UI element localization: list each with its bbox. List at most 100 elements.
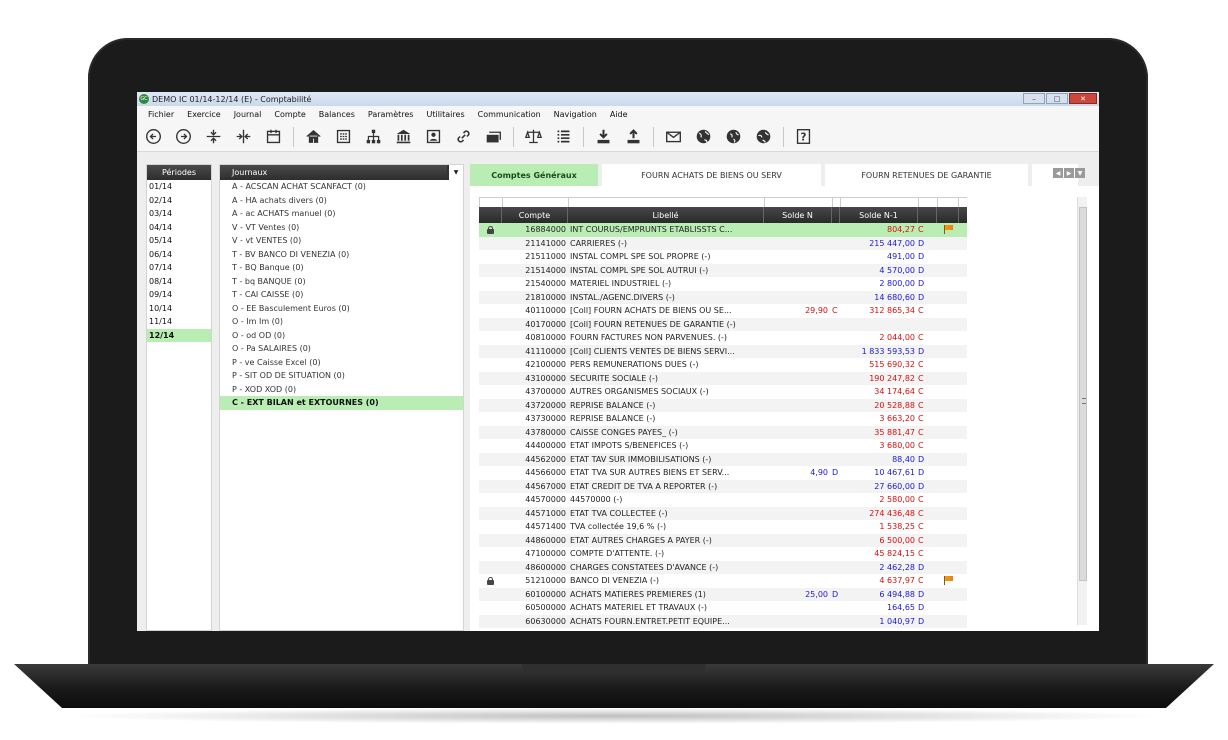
journal-item[interactable]: A - HA achats divers (0) xyxy=(220,194,463,208)
table-row[interactable]: 44400000 ETAT IMPOTS S/BENEFICES (-) 3 680… xyxy=(479,439,967,453)
journal-item[interactable]: V - vt VENTES (0) xyxy=(220,234,463,248)
table-row[interactable]: 47100000 COMPTE D'ATTENTE. (-) 45 824,15 C xyxy=(479,547,967,561)
tab-prev-button[interactable]: ◀ xyxy=(1053,168,1063,178)
journal-item[interactable]: V - VT Ventes (0) xyxy=(220,221,463,235)
globe-icon[interactable] xyxy=(693,126,714,147)
period-item[interactable]: 07/14 xyxy=(147,261,211,275)
journal-item[interactable]: P - SIT OD DE SITUATION (0) xyxy=(220,369,463,383)
menu-utilitaires[interactable]: Utilitaires xyxy=(426,110,464,119)
calendar-icon[interactable] xyxy=(263,126,284,147)
flag-icon[interactable] xyxy=(943,225,953,235)
table-row[interactable]: 44571000 ETAT TVA COLLECTEE (-) 274 436,48… xyxy=(479,506,967,520)
tab-next-button[interactable]: ▶ xyxy=(1064,168,1074,178)
table-row[interactable]: 43700000 AUTRES ORGANISMES SOCIAUX (-) 34 … xyxy=(479,385,967,399)
mail-icon[interactable] xyxy=(663,126,684,147)
period-item[interactable]: 05/14 xyxy=(147,234,211,248)
bank-icon[interactable] xyxy=(393,126,414,147)
period-item[interactable]: 04/14 xyxy=(147,221,211,235)
collapse-horizontal-icon[interactable] xyxy=(233,126,254,147)
table-row[interactable]: 48600000 CHARGES CONSTATEES D'AVANCE (-) 2… xyxy=(479,560,967,574)
tab-fourn-achats[interactable]: FOURN ACHATS DE BIENS OU SERV xyxy=(602,164,821,186)
menu-balances[interactable]: Balances xyxy=(319,110,355,119)
scrollbar-thumb[interactable] xyxy=(1079,207,1087,581)
menu-compte[interactable]: Compte xyxy=(274,110,305,119)
journal-item[interactable]: P - ve Caisse Excel (0) xyxy=(220,356,463,370)
menu-fichier[interactable]: Fichier xyxy=(148,110,174,119)
journals-dropdown-button[interactable]: ▼ xyxy=(447,165,463,180)
balance-scale-icon[interactable] xyxy=(523,126,544,147)
col-libelle[interactable]: Libellé xyxy=(568,207,764,223)
upload-icon[interactable] xyxy=(623,126,644,147)
table-row[interactable]: 60500000 ACHATS MATERIEL ET TRAVAUX (-) 16… xyxy=(479,601,967,615)
journal-item[interactable]: O - od OD (0) xyxy=(220,329,463,343)
hierarchy-icon[interactable] xyxy=(363,126,384,147)
journal-item[interactable]: O - Im Im (0) xyxy=(220,315,463,329)
list-icon[interactable] xyxy=(553,126,574,147)
table-row[interactable]: 60100000 ACHATS MATIERES PREMIERES (1) 25,… xyxy=(479,587,967,601)
table-row[interactable]: 40810000 FOURN FACTURES NON PARVENUES. (-… xyxy=(479,331,967,345)
menu-communication[interactable]: Communication xyxy=(478,110,541,119)
maximize-button[interactable]: □ xyxy=(1046,93,1068,104)
back-icon[interactable] xyxy=(143,126,164,147)
journal-item[interactable]: T - CAI CAISSE (0) xyxy=(220,288,463,302)
collapse-vertical-icon[interactable] xyxy=(203,126,224,147)
journal-item[interactable]: A - ac ACHATS manuel (0) xyxy=(220,207,463,221)
col-solde-n1[interactable]: Solde N-1 xyxy=(840,207,918,223)
table-row[interactable]: 41110000 [Coll] CLIENTS VENTES DE BIENS S… xyxy=(479,344,967,358)
table-row[interactable]: 51210000 BANCO DI VENEZIA (-) 4 637,97 C xyxy=(479,574,967,588)
menu-parametres[interactable]: Paramètres xyxy=(368,110,414,119)
minimize-button[interactable]: – xyxy=(1023,93,1045,104)
menu-journal[interactable]: Journal xyxy=(234,110,262,119)
menu-exercice[interactable]: Exercice xyxy=(187,110,221,119)
table-row[interactable]: 43780000 CAISSE CONGES PAYES_ (-) 35 881,4… xyxy=(479,425,967,439)
globe-sync-icon[interactable] xyxy=(723,126,744,147)
period-item[interactable]: 02/14 xyxy=(147,194,211,208)
menu-navigation[interactable]: Navigation xyxy=(554,110,597,119)
period-item[interactable]: 10/14 xyxy=(147,302,211,316)
journal-item[interactable]: T - BV BANCO DI VENEZIA (0) xyxy=(220,248,463,262)
journal-item[interactable]: T - BQ Banque (0) xyxy=(220,261,463,275)
table-row[interactable]: 21514000 INSTAL COMPL SPE SOL AUTRUI (-) 4… xyxy=(479,263,967,277)
journal-item[interactable]: O - Pa SALAIRES (0) xyxy=(220,342,463,356)
table-row[interactable]: 44860000 ETAT AUTRES CHARGES A PAYER (-) 6… xyxy=(479,533,967,547)
journal-item[interactable]: C - EXT BILAN et EXTOURNES (0) xyxy=(220,396,463,410)
tab-comptes-generaux[interactable]: Comptes Généraux xyxy=(470,164,598,186)
table-row[interactable]: 43730000 REPRISE BALANCE (-) 3 663,20 C xyxy=(479,412,967,426)
table-row[interactable]: 42100000 PERS REMUNERATIONS DUES (-) 515 6… xyxy=(479,358,967,372)
home-icon[interactable] xyxy=(303,126,324,147)
table-row[interactable]: 21810000 INSTAL./AGENC.DIVERS (-) 14 680,6… xyxy=(479,290,967,304)
table-row[interactable]: 43100000 SECURITE SOCIALE (-) 190 247,82 C xyxy=(479,371,967,385)
table-row[interactable]: 40170000 [Coll] FOURN RETENUES DE GARANTI… xyxy=(479,317,967,331)
period-item[interactable]: 11/14 xyxy=(147,315,211,329)
close-button[interactable]: ✕ xyxy=(1069,93,1097,104)
contacts-icon[interactable] xyxy=(423,126,444,147)
journal-item[interactable]: P - XOD XOD (0) xyxy=(220,383,463,397)
period-item[interactable]: 01/14 xyxy=(147,180,211,194)
journal-item[interactable]: A - ACSCAN ACHAT SCANFACT (0) xyxy=(220,180,463,194)
table-row[interactable]: 44566000 ETAT TVA SUR AUTRES BIENS ET SER… xyxy=(479,466,967,480)
help-icon[interactable]: ? xyxy=(793,126,814,147)
table-row[interactable]: 21540000 MATERIEL INDUSTRIEL (-) 2 800,00 D xyxy=(479,277,967,291)
period-item[interactable]: 03/14 xyxy=(147,207,211,221)
table-row[interactable]: 16884000 INT COURUS/EMPRUNTS ETABLISSTS C… xyxy=(479,223,967,237)
flag-icon[interactable] xyxy=(943,576,953,586)
journal-item[interactable]: T - bq BANQUE (0) xyxy=(220,275,463,289)
table-row[interactable]: 60630000 ACHATS FOURN.ENTRET.PETIT EQUIPE… xyxy=(479,614,967,628)
table-row[interactable]: 43720000 REPRISE BALANCE (-) 20 528,88 C xyxy=(479,398,967,412)
table-row[interactable]: 21511000 INSTAL COMPL SPE SOL PROPRE (-) 4… xyxy=(479,250,967,264)
table-row[interactable]: 44571400 TVA collectée 19,6 % (-) 1 538,25… xyxy=(479,520,967,534)
col-compte[interactable]: Compte xyxy=(502,207,568,223)
period-item[interactable]: 12/14 xyxy=(147,328,211,342)
vertical-scrollbar[interactable] xyxy=(1077,197,1087,625)
journal-item[interactable]: O - EE Basculement Euros (0) xyxy=(220,302,463,316)
table-row[interactable]: 40110000 [Coll] FOURN ACHATS DE BIENS OU … xyxy=(479,304,967,318)
download-icon[interactable] xyxy=(593,126,614,147)
table-row[interactable]: 21141000 CARRIERES (-) 215 447,00 D xyxy=(479,236,967,250)
table-row[interactable]: 44562000 ETAT TAV SUR IMMOBILISATIONS (-)… xyxy=(479,452,967,466)
menu-aide[interactable]: Aide xyxy=(610,110,628,119)
cash-icon[interactable] xyxy=(483,126,504,147)
period-item[interactable]: 09/14 xyxy=(147,288,211,302)
tab-list-button[interactable]: ▼ xyxy=(1075,168,1085,178)
table-row[interactable]: 44567000 ETAT CREDIT DE TVA A REPORTER (-… xyxy=(479,479,967,493)
tab-fourn-retenues[interactable]: FOURN RETENUES DE GARANTIE xyxy=(825,164,1028,186)
